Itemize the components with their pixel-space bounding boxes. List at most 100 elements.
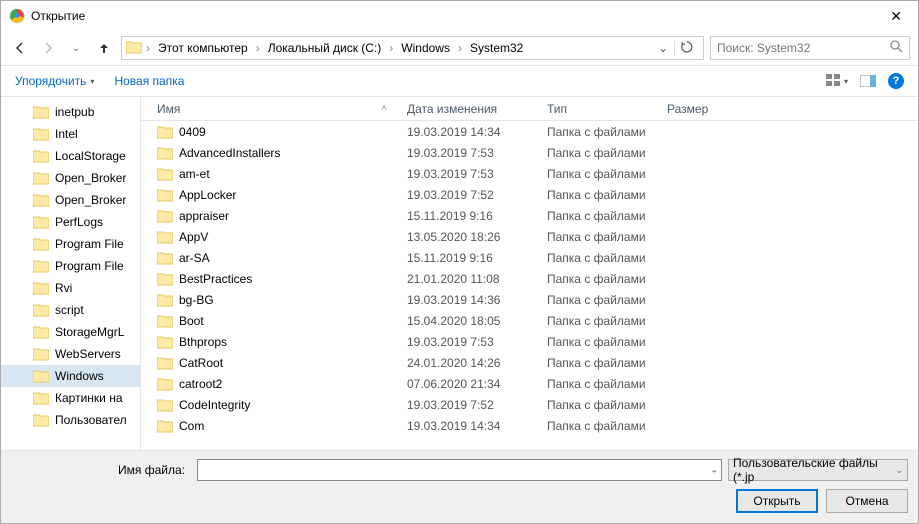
breadcrumb-item[interactable]: System32 bbox=[466, 39, 527, 57]
tree-item[interactable]: Intel bbox=[1, 123, 140, 145]
column-size[interactable]: Размер bbox=[667, 102, 747, 116]
file-type: Папка с файлами bbox=[547, 419, 667, 433]
list-item[interactable]: am-et19.03.2019 7:53Папка с файлами bbox=[141, 163, 918, 184]
breadcrumb-item[interactable]: Windows bbox=[397, 39, 454, 57]
file-type: Папка с файлами bbox=[547, 293, 667, 307]
forward-button[interactable] bbox=[37, 37, 59, 59]
chevron-right-icon[interactable]: › bbox=[387, 41, 395, 55]
preview-pane-button[interactable] bbox=[860, 75, 876, 87]
refresh-icon[interactable] bbox=[674, 41, 699, 56]
list-item[interactable]: AppV13.05.2020 18:26Папка с файлами bbox=[141, 226, 918, 247]
tree-item-label: inetpub bbox=[55, 105, 94, 119]
tree-item-label: Intel bbox=[55, 127, 78, 141]
column-name[interactable]: Имя˄ bbox=[157, 102, 407, 116]
file-name: Com bbox=[179, 419, 204, 433]
list-item[interactable]: ar-SA15.11.2019 9:16Папка с файлами bbox=[141, 247, 918, 268]
breadcrumb-item[interactable]: Локальный диск (C:) bbox=[264, 39, 386, 57]
tree-item[interactable]: StorageMgrL bbox=[1, 321, 140, 343]
titlebar: Открытие ✕ bbox=[1, 1, 918, 31]
recent-dropdown-icon[interactable]: ⌄ bbox=[65, 37, 87, 59]
file-name: appraiser bbox=[179, 209, 229, 223]
tree-item-label: Open_Broker bbox=[55, 171, 126, 185]
new-folder-button[interactable]: Новая папка bbox=[114, 74, 184, 88]
file-date: 15.04.2020 18:05 bbox=[407, 314, 547, 328]
tree-item-label: Windows bbox=[55, 369, 104, 383]
list-item[interactable]: appraiser15.11.2019 9:16Папка с файлами bbox=[141, 205, 918, 226]
folder-icon bbox=[126, 40, 142, 56]
open-button[interactable]: Открыть bbox=[736, 489, 818, 513]
filename-input[interactable] bbox=[197, 459, 722, 481]
tree-item-label: StorageMgrL bbox=[55, 325, 124, 339]
file-name: BestPractices bbox=[179, 272, 252, 286]
file-type: Папка с файлами bbox=[547, 398, 667, 412]
chevron-down-icon: ▾ bbox=[90, 77, 94, 86]
tree-item[interactable]: inetpub bbox=[1, 101, 140, 123]
tree-item[interactable]: Rvi bbox=[1, 277, 140, 299]
tree-item[interactable]: Пользовател bbox=[1, 409, 140, 431]
cancel-button[interactable]: Отмена bbox=[826, 489, 908, 513]
chevron-right-icon[interactable]: › bbox=[456, 41, 464, 55]
tree-item[interactable]: LocalStorage bbox=[1, 145, 140, 167]
search-input[interactable] bbox=[717, 41, 890, 55]
folder-icon bbox=[157, 377, 173, 391]
column-type[interactable]: Тип bbox=[547, 102, 667, 116]
file-name: catroot2 bbox=[179, 377, 222, 391]
list-item[interactable]: BestPractices21.01.2020 11:08Папка с фай… bbox=[141, 268, 918, 289]
file-date: 15.11.2019 9:16 bbox=[407, 209, 547, 223]
filetype-select[interactable]: Пользовательские файлы (*.jp⌄ bbox=[728, 459, 908, 481]
column-date[interactable]: Дата изменения bbox=[407, 102, 547, 116]
tree-item[interactable]: Program File bbox=[1, 255, 140, 277]
tree-item[interactable]: WebServers bbox=[1, 343, 140, 365]
tree-item[interactable]: Картинки на bbox=[1, 387, 140, 409]
folder-icon bbox=[33, 281, 49, 295]
file-name: AppV bbox=[179, 230, 208, 244]
list-item[interactable]: 040919.03.2019 14:34Папка с файлами bbox=[141, 121, 918, 142]
list-item[interactable]: CatRoot24.01.2020 14:26Папка с файлами bbox=[141, 352, 918, 373]
tree-item[interactable]: script bbox=[1, 299, 140, 321]
tree-item[interactable]: Windows bbox=[1, 365, 140, 387]
back-button[interactable] bbox=[9, 37, 31, 59]
search-icon[interactable] bbox=[890, 40, 903, 56]
list-item[interactable]: catroot207.06.2020 21:34Папка с файлами bbox=[141, 373, 918, 394]
breadcrumb-item[interactable]: Этот компьютер bbox=[154, 39, 252, 57]
chevron-right-icon[interactable]: › bbox=[144, 41, 152, 55]
tree-item-label: Пользовател bbox=[55, 413, 127, 427]
view-icons-button[interactable]: ▾ bbox=[826, 74, 848, 88]
folder-icon bbox=[33, 149, 49, 163]
file-name: Boot bbox=[179, 314, 204, 328]
address-bar[interactable]: › Этот компьютер › Локальный диск (C:) ›… bbox=[121, 36, 704, 60]
filename-dropdown-icon[interactable]: ⌄ bbox=[710, 465, 718, 476]
file-date: 19.03.2019 14:34 bbox=[407, 419, 547, 433]
organize-button[interactable]: Упорядочить▾ bbox=[15, 74, 94, 88]
close-icon[interactable]: ✕ bbox=[882, 4, 910, 29]
list-item[interactable]: Boot15.04.2020 18:05Папка с файлами bbox=[141, 310, 918, 331]
up-button[interactable] bbox=[93, 37, 115, 59]
folder-icon bbox=[33, 171, 49, 185]
list-item[interactable]: AppLocker19.03.2019 7:52Папка с файлами bbox=[141, 184, 918, 205]
folder-icon bbox=[157, 251, 173, 265]
folder-tree[interactable]: inetpub Intel LocalStorage Open_Broker Open_… bbox=[1, 97, 141, 450]
help-icon[interactable]: ? bbox=[888, 73, 904, 89]
file-type: Папка с файлами bbox=[547, 251, 667, 265]
folder-icon bbox=[33, 347, 49, 361]
file-date: 19.03.2019 14:34 bbox=[407, 125, 547, 139]
address-dropdown-icon[interactable]: ⌄ bbox=[654, 41, 672, 55]
folder-icon bbox=[33, 215, 49, 229]
file-name: AdvancedInstallers bbox=[179, 146, 280, 160]
folder-icon bbox=[33, 193, 49, 207]
list-item[interactable]: Bthprops19.03.2019 7:53Папка с файлами bbox=[141, 331, 918, 352]
list-item[interactable]: bg-BG19.03.2019 14:36Папка с файлами bbox=[141, 289, 918, 310]
file-date: 24.01.2020 14:26 bbox=[407, 356, 547, 370]
tree-item[interactable]: Program File bbox=[1, 233, 140, 255]
file-list[interactable]: 040919.03.2019 14:34Папка с файламиAdvan… bbox=[141, 121, 918, 450]
list-item[interactable]: AdvancedInstallers19.03.2019 7:53Папка с… bbox=[141, 142, 918, 163]
tree-item[interactable]: PerfLogs bbox=[1, 211, 140, 233]
tree-item[interactable]: Open_Broker bbox=[1, 189, 140, 211]
file-type: Папка с файлами bbox=[547, 377, 667, 391]
file-date: 13.05.2020 18:26 bbox=[407, 230, 547, 244]
tree-item[interactable]: Open_Broker bbox=[1, 167, 140, 189]
list-item[interactable]: Com 19.03.2019 14:34Папка с файлами bbox=[141, 415, 918, 436]
search-box[interactable] bbox=[710, 36, 910, 60]
list-item[interactable]: CodeIntegrity19.03.2019 7:52Папка с файл… bbox=[141, 394, 918, 415]
chevron-right-icon[interactable]: › bbox=[254, 41, 262, 55]
